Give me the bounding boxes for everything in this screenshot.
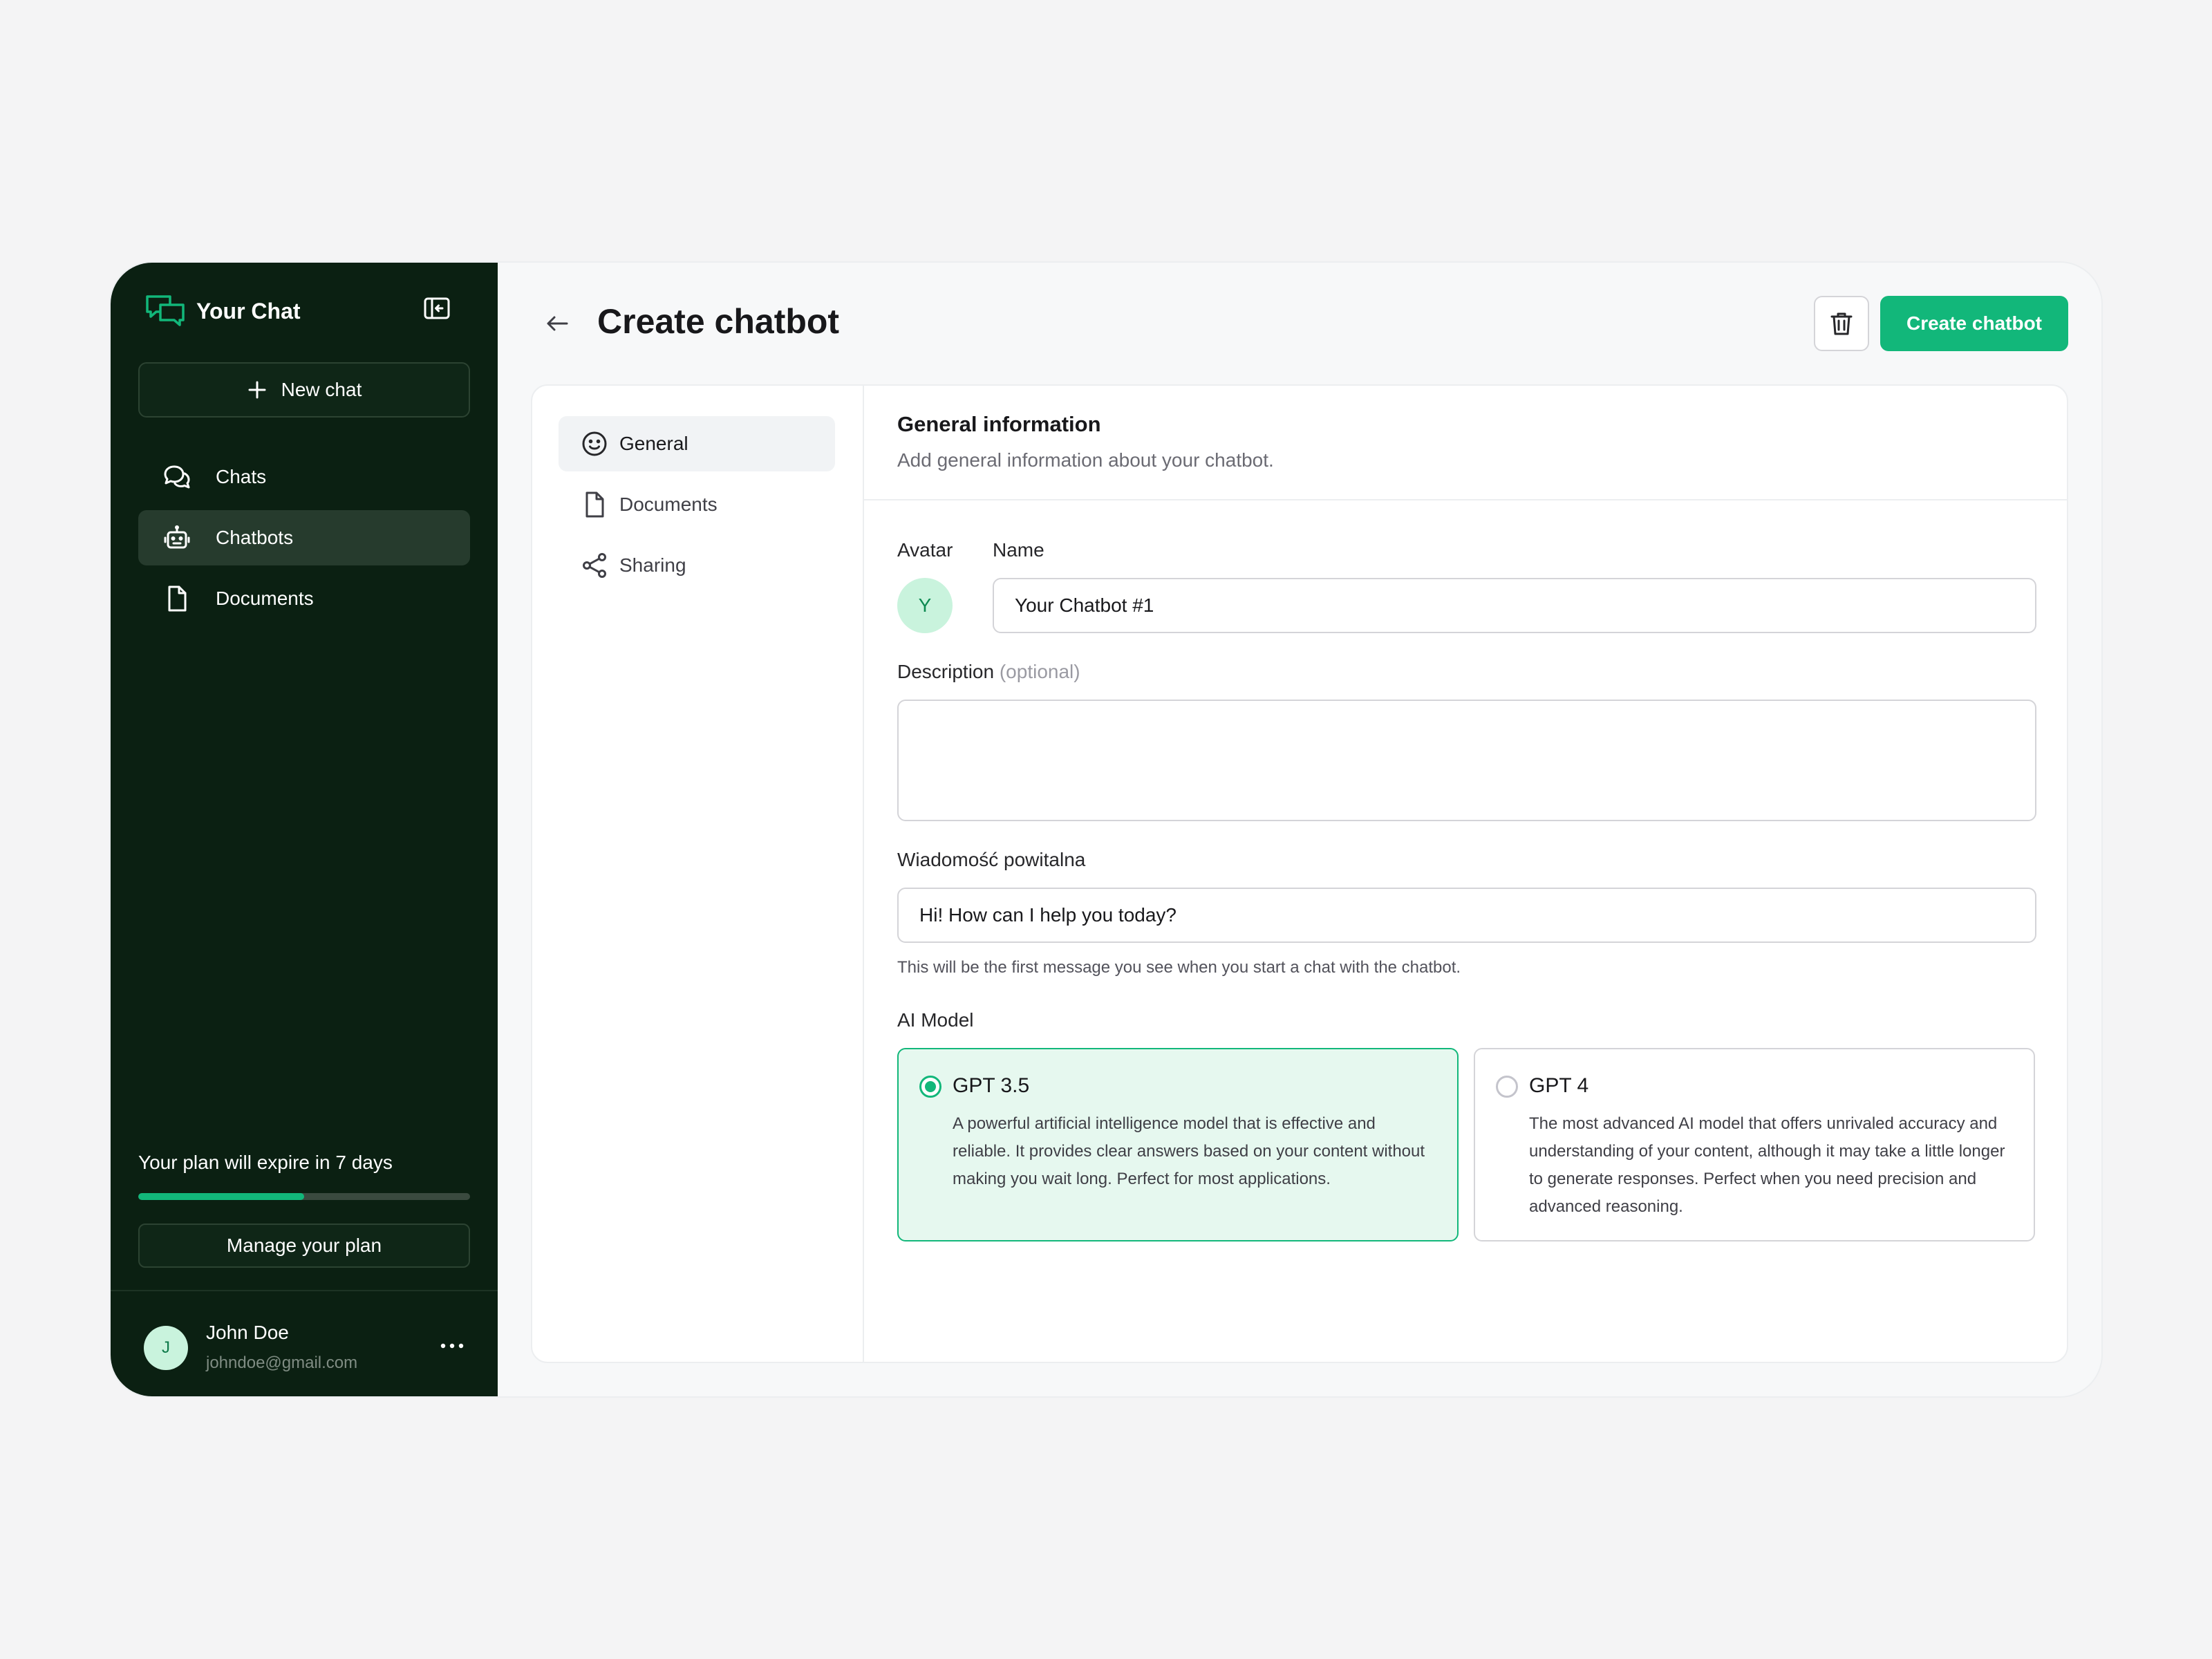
optional-hint: (optional) [999,661,1080,682]
description-label-text: Description [897,661,995,682]
sidebar: Your Chat New chat Chats Chatbots Docume… [111,263,498,1396]
avatar-label: Avatar [897,539,953,561]
sidebar-item-chats[interactable]: Chats [138,449,470,505]
plan-progress-bar [138,1193,470,1200]
name-input[interactable] [993,578,2036,633]
page-title: Create chatbot [597,302,840,341]
app-window: Your Chat New chat Chats Chatbots Docume… [111,263,2101,1396]
manage-plan-button[interactable]: Manage your plan [138,1224,470,1268]
description-label: Description (optional) [897,661,1080,683]
sidebar-divider [111,1290,498,1291]
model-description: A powerful artificial intelligence model… [953,1114,1425,1188]
radio-gpt35[interactable] [919,1076,941,1098]
smiley-icon [582,431,607,456]
model-description: The most advanced AI model that offers u… [1529,1114,2005,1216]
settings-subnav: General Documents Sharing [532,386,864,1362]
trash-icon [1830,312,1853,335]
brand[interactable]: Your Chat [145,289,301,333]
plan-expiry-text: Your plan will expire in 7 days [138,1152,393,1173]
sidebar-item-label: Documents [216,588,314,609]
robot-icon [164,525,190,549]
user-name: John Doe [206,1322,289,1343]
tab-sharing[interactable]: Sharing [559,538,835,593]
chat-logo-icon [146,295,185,326]
sidebar-item-label: Chats [216,466,267,487]
radio-gpt4[interactable] [1496,1076,1518,1098]
plus-icon [248,381,266,399]
user-email: johndoe@gmail.com [206,1353,358,1372]
new-chat-label: New chat [281,379,362,400]
plan-progress-fill [138,1193,304,1200]
section-divider [864,499,2067,500]
welcome-message-input[interactable] [897,888,2036,943]
welcome-message-label: Wiadomość powitalna [897,849,1086,870]
main-content: Create chatbot Create chatbot General Do… [498,263,2101,1396]
back-arrow-icon[interactable] [543,310,571,337]
tab-general[interactable]: General [559,416,835,471]
more-options-icon[interactable] [438,1335,466,1356]
sidebar-item-label: Chatbots [216,527,294,548]
model-name: GPT 4 [1529,1074,1589,1097]
document-icon [168,585,187,612]
model-option-gpt4[interactable]: GPT 4 The most advanced AI model that of… [1474,1048,2035,1241]
sidebar-item-documents[interactable]: Documents [138,571,470,626]
tab-label: General [619,433,688,454]
description-textarea[interactable] [897,700,2036,821]
chats-icon [164,465,190,489]
tab-label: Documents [619,494,718,515]
general-form: General information Add general informat… [864,386,2067,1362]
ai-model-label: AI Model [897,1009,974,1031]
document-icon [585,491,604,518]
chatbot-settings-card: General Documents Sharing General inform… [531,384,2068,1363]
sidebar-nav: Chats Chatbots Documents [138,449,470,632]
collapse-sidebar-icon[interactable] [423,294,451,322]
user-avatar: J [144,1326,188,1370]
welcome-message-hint: This will be the first message you see w… [897,958,1461,977]
tab-documents[interactable]: Documents [559,477,835,532]
chatbot-avatar[interactable]: Y [897,578,953,633]
section-subtitle: Add general information about your chatb… [897,449,1274,471]
sidebar-item-chatbots[interactable]: Chatbots [138,510,470,565]
name-label: Name [993,539,1044,561]
brand-name: Your Chat [196,298,301,324]
user-profile[interactable]: J John Doe johndoe@gmail.com [144,1318,476,1373]
delete-button[interactable] [1814,296,1869,351]
create-chatbot-button[interactable]: Create chatbot [1880,296,2068,351]
model-option-gpt35[interactable]: GPT 3.5 A powerful artificial intelligen… [897,1048,1459,1241]
section-title: General information [897,412,1101,436]
model-name: GPT 3.5 [953,1074,1030,1097]
tab-label: Sharing [619,554,686,576]
share-icon [583,553,606,578]
new-chat-button[interactable]: New chat [138,362,470,418]
